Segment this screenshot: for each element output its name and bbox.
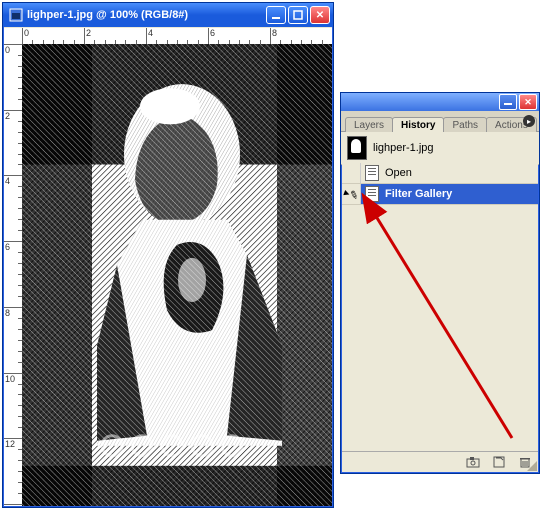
new-state-icon[interactable] — [492, 455, 506, 469]
maximize-button[interactable] — [288, 6, 308, 24]
history-source-row[interactable]: lighper-1.jpg — [341, 132, 539, 165]
filter-step-icon — [361, 186, 383, 202]
ruler-vertical[interactable]: 02468101214 — [4, 44, 23, 506]
history-brush-icon: ▸✎ — [342, 185, 360, 202]
annotation-arrow — [342, 163, 538, 451]
open-step-icon — [361, 165, 383, 181]
history-item-label: Open — [383, 167, 538, 179]
history-item[interactable]: ▸✎ Filter Gallery — [342, 184, 538, 205]
resize-grip[interactable] — [525, 459, 537, 471]
close-button[interactable]: ✕ — [310, 6, 330, 24]
history-source-label: lighper-1.jpg — [373, 142, 434, 154]
history-list: Open ▸✎ Filter Gallery — [342, 163, 538, 451]
document-window[interactable]: lighper-1.jpg @ 100% (RGB/8#) ✕ 0246810 … — [2, 2, 334, 508]
ruler-origin[interactable] — [4, 28, 23, 45]
photoshop-doc-icon — [9, 8, 23, 22]
tab-history[interactable]: History — [392, 117, 444, 132]
history-item[interactable]: Open — [342, 163, 538, 184]
history-item-label: Filter Gallery — [383, 188, 538, 200]
minimize-button[interactable] — [266, 6, 286, 24]
history-brush-marker[interactable] — [342, 163, 361, 183]
document-body: 0246810 02468101214 — [4, 28, 332, 506]
canvas[interactable] — [22, 44, 332, 506]
document-titlebar[interactable]: lighper-1.jpg @ 100% (RGB/8#) ✕ — [3, 3, 333, 27]
panel-minimize-button[interactable] — [499, 94, 517, 110]
snapshot-icon[interactable] — [466, 455, 480, 469]
panel-titlebar[interactable]: ✕ — [341, 93, 539, 111]
history-panel-window[interactable]: ✕ Layers History Paths Actions ▸ lighper… — [340, 92, 540, 474]
tab-layers[interactable]: Layers — [345, 117, 393, 132]
ruler-horizontal[interactable]: 0246810 — [22, 28, 332, 45]
history-source-thumbnail — [347, 136, 367, 160]
history-brush-marker[interactable]: ▸✎ — [342, 184, 361, 204]
document-title: lighper-1.jpg @ 100% (RGB/8#) — [27, 9, 188, 21]
panel-menu-icon[interactable]: ▸ — [523, 115, 535, 127]
panel-tabs: Layers History Paths Actions ▸ — [341, 111, 539, 132]
panel-close-button[interactable]: ✕ — [519, 94, 537, 110]
tab-paths[interactable]: Paths — [443, 117, 487, 132]
panel-footer — [342, 451, 538, 472]
